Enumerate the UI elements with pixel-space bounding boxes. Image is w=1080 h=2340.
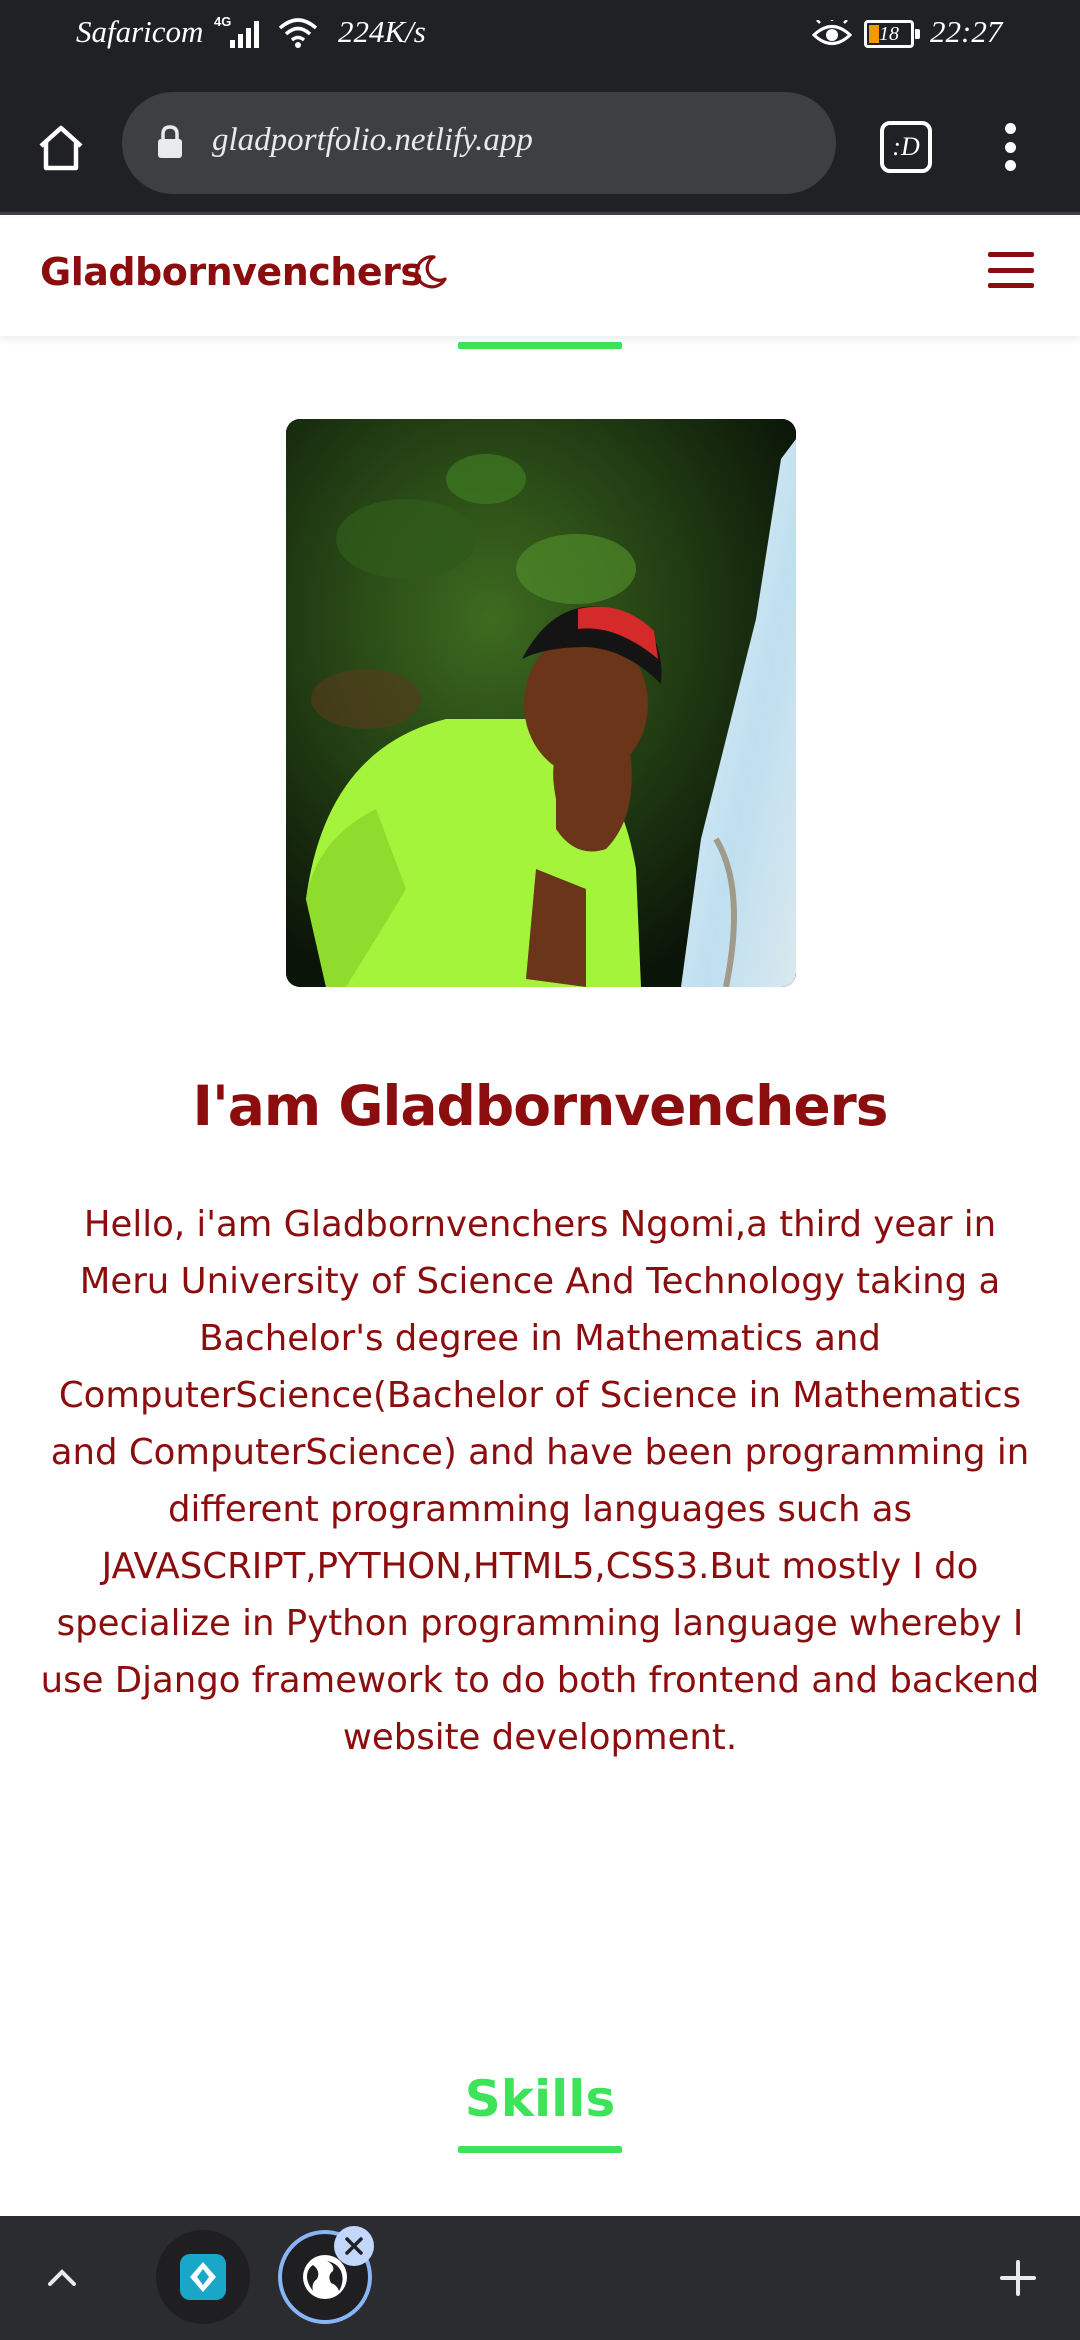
close-icon [345,2237,363,2255]
tab-strip [0,2216,1080,2340]
tab-favicon [180,2254,226,2300]
section-underline [458,342,622,349]
skills-heading: Skills [464,2070,616,2128]
url-text: gladportfolio.netlify.app [212,122,533,158]
home-icon [39,125,83,171]
status-bar: Safaricom 4G 224K/s 18 22:27 [0,0,1080,75]
extension-button[interactable]: :D [880,121,932,173]
plus-icon[interactable] [996,2256,1040,2300]
hero-title: I'am Gladbornvenchers [192,1074,888,1138]
site-logo[interactable]: Gladbornvenchers [40,250,423,294]
hamburger-menu-button[interactable] [988,252,1034,288]
address-bar[interactable]: gladportfolio.netlify.app [122,92,836,194]
hero-bio: Hello, i'am Gladbornvenchers Ngomi,a thi… [40,1204,1040,1758]
tab-thumbnail-1[interactable] [156,2230,250,2324]
lock-icon [158,125,182,158]
eye-comfort-icon [812,20,852,45]
battery-icon: 18 [864,20,920,48]
network-type: 4G [214,14,232,29]
browser-toolbar: gladportfolio.netlify.app :D [0,75,1080,215]
clock: 22:27 [930,14,1003,49]
site-header: Gladbornvenchers [0,218,1080,336]
home-button[interactable] [26,113,96,183]
network-speed: 224K/s [338,14,426,49]
moon-icon[interactable] [414,254,448,290]
skills-underline [458,2146,622,2153]
close-tab-button[interactable] [334,2226,374,2266]
hamburger-icon [988,252,1034,257]
profile-photo [286,419,796,987]
wifi-icon [278,18,318,48]
carrier-name: Safaricom [76,14,204,49]
chevron-up-icon[interactable] [38,2254,86,2302]
battery-level: 18 [879,23,899,45]
signal-icon [230,21,259,48]
more-options-button[interactable] [990,115,1030,179]
photo-illustration [286,419,796,987]
more-vert-icon [1004,123,1016,134]
